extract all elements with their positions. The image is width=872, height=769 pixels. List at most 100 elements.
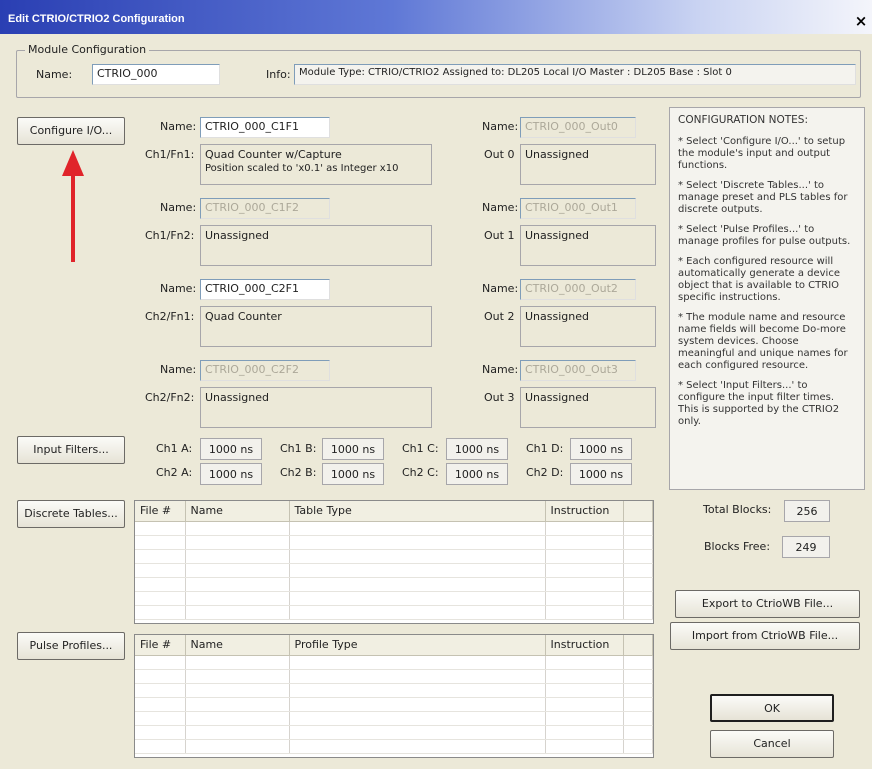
output-name-label: Name: [482,120,519,133]
table-row[interactable] [135,563,653,578]
filter-ch2c[interactable]: 1000 ns [446,463,508,485]
configure-io-button[interactable]: Configure I/O... [17,117,125,145]
info-label: Info: [266,68,291,81]
blocks-free-label: Blocks Free: [704,540,771,553]
output-value-out1: Unassigned [520,225,656,266]
red-arrow-annotation [62,150,84,262]
table-row[interactable] [135,669,653,684]
input-name-label: Name: [160,363,197,376]
fn-line: Quad Counter w/Capture [205,148,342,161]
filter-label: Ch2 C: [402,466,439,479]
table-row[interactable] [135,655,653,670]
note-item: * Select 'Pulse Profiles...' to manage p… [678,224,851,247]
input-name-label: Name: [160,201,197,214]
cancel-button[interactable]: Cancel [710,730,834,758]
import-ctriowb-button[interactable]: Import from CtrioWB File... [670,622,860,650]
filter-label: Ch1 C: [402,442,439,455]
column-header [623,635,653,656]
filter-ch1b[interactable]: 1000 ns [322,438,384,460]
fn-line: Quad Counter [205,310,282,323]
discrete-tables-button[interactable]: Discrete Tables... [17,500,125,528]
notes-title: CONFIGURATION NOTES: [678,114,808,126]
table-row[interactable] [135,535,653,550]
column-header[interactable]: Instruction [545,501,624,522]
filter-label: Ch2 B: [280,466,317,479]
fn-line: Unassigned [205,229,269,242]
output-label: Out 2 [484,310,515,323]
blocks-free-value: 249 [782,536,830,558]
table-row[interactable] [135,683,653,698]
note-item: * Select 'Discrete Tables...' to manage … [678,180,848,215]
table-row[interactable] [135,711,653,726]
output-value-out2: Unassigned [520,306,656,347]
filter-ch1d[interactable]: 1000 ns [570,438,632,460]
output-name-label: Name: [482,282,519,295]
output-name-out2: CTRIO_000_Out2 [520,279,636,300]
output-label: Out 3 [484,391,515,404]
export-ctriowb-button[interactable]: Export to CtrioWB File... [675,590,860,618]
pulse-profiles-grid[interactable]: File # Name Profile Type Instruction [134,634,654,758]
title-bar: Edit CTRIO/CTRIO2 Configuration [0,0,872,34]
table-row[interactable] [135,577,653,592]
output-name-out0: CTRIO_000_Out0 [520,117,636,138]
input-fn-label: Ch2/Fn2: [145,391,195,404]
module-info-field: Module Type: CTRIO/CTRIO2 Assigned to: D… [294,64,856,85]
table-row[interactable] [135,739,653,754]
output-name-label: Name: [482,363,519,376]
discrete-tables-grid[interactable]: File # Name Table Type Instruction [134,500,654,624]
filter-ch2a[interactable]: 1000 ns [200,463,262,485]
input-name-c2f1[interactable]: CTRIO_000_C2F1 [200,279,330,300]
column-header[interactable]: Profile Type [289,635,546,656]
input-fn-label: Ch1/Fn2: [145,229,195,242]
column-header[interactable]: Name [185,635,290,656]
input-name-c1f2: CTRIO_000_C1F2 [200,198,330,219]
output-label: Out 1 [484,229,515,242]
input-name-label: Name: [160,120,197,133]
column-header[interactable]: File # [135,635,186,656]
filter-ch1a[interactable]: 1000 ns [200,438,262,460]
output-name-label: Name: [482,201,519,214]
close-icon[interactable]: × [854,14,868,29]
filter-label: Ch1 D: [526,442,564,455]
filter-ch1c[interactable]: 1000 ns [446,438,508,460]
input-fn-c2f2: Unassigned [200,387,432,428]
input-name-c1f1[interactable]: CTRIO_000_C1F1 [200,117,330,138]
table-row[interactable] [135,697,653,712]
column-header[interactable]: Name [185,501,290,522]
column-header[interactable]: Table Type [289,501,546,522]
input-name-c2f2: CTRIO_000_C2F2 [200,360,330,381]
filter-label: Ch2 D: [526,466,564,479]
table-row[interactable] [135,605,653,620]
pulse-profiles-button[interactable]: Pulse Profiles... [17,632,125,660]
filter-label: Ch1 A: [156,442,193,455]
table-row[interactable] [135,725,653,740]
configuration-notes: CONFIGURATION NOTES: * Select 'Configure… [669,107,865,490]
column-header[interactable]: File # [135,501,186,522]
note-item: * The module name and resource name fiel… [678,312,848,371]
table-header-row: File # Name Table Type Instruction [135,501,653,522]
column-header[interactable]: Instruction [545,635,624,656]
output-name-out3: CTRIO_000_Out3 [520,360,636,381]
column-header [623,501,653,522]
input-filters-button[interactable]: Input Filters... [17,436,125,464]
filter-ch2b[interactable]: 1000 ns [322,463,384,485]
module-name-label: Name: [36,68,73,81]
ok-button[interactable]: OK [710,694,834,722]
table-row[interactable] [135,521,653,536]
input-fn-c1f1: Quad Counter w/Capture Position scaled t… [200,144,432,185]
table-row[interactable] [135,591,653,606]
output-value-out0: Unassigned [520,144,656,185]
module-name-input[interactable]: CTRIO_000 [92,64,220,85]
input-fn-c2f1: Quad Counter [200,306,432,347]
config-dialog: Edit CTRIO/CTRIO2 Configuration × Module… [0,0,872,769]
note-item: * Each configured resource will automati… [678,256,840,303]
total-blocks-value: 256 [784,500,830,522]
input-fn-label: Ch2/Fn1: [145,310,195,323]
filter-ch2d[interactable]: 1000 ns [570,463,632,485]
output-name-out1: CTRIO_000_Out1 [520,198,636,219]
output-label: Out 0 [484,148,515,161]
filter-label: Ch2 A: [156,466,193,479]
table-row[interactable] [135,549,653,564]
input-name-label: Name: [160,282,197,295]
input-fn-label: Ch1/Fn1: [145,148,195,161]
